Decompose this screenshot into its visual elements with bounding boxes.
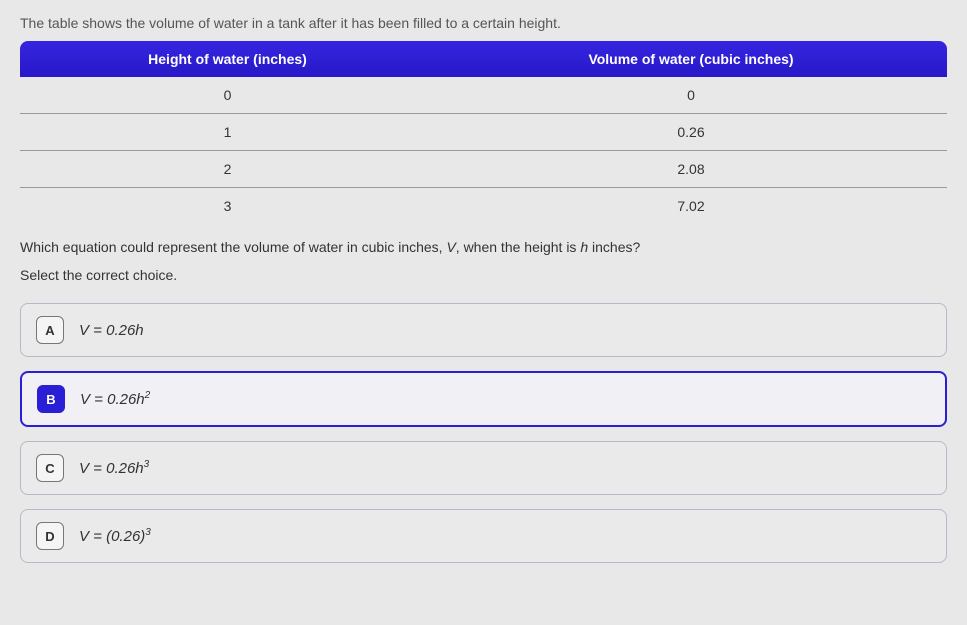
choice-letter-c: C (36, 454, 64, 482)
table-cell-height: 2 (20, 151, 435, 188)
choice-letter-d: D (36, 522, 64, 550)
table-cell-volume: 0 (435, 77, 947, 114)
question-text: Which equation could represent the volum… (20, 239, 947, 255)
table-cell-height: 3 (20, 188, 435, 225)
choice-b[interactable]: B V = 0.26h2 (20, 371, 947, 427)
table-row: 2 2.08 (20, 151, 947, 188)
table-row: 1 0.26 (20, 114, 947, 151)
select-prompt: Select the correct choice. (20, 267, 947, 283)
formula-sup: 3 (144, 459, 150, 470)
formula-sup: 2 (145, 390, 151, 401)
choice-formula-b: V = 0.26h2 (80, 390, 150, 408)
formula-var: h (136, 391, 144, 408)
question-var-v: V (446, 239, 455, 255)
table-header-row: Height of water (inches) Volume of water… (20, 41, 947, 77)
table-cell-height: 1 (20, 114, 435, 151)
formula-prefix: V = 0.26 (79, 322, 135, 339)
formula-var: h (135, 322, 143, 339)
table-header-volume: Volume of water (cubic inches) (435, 41, 947, 77)
table-cell-volume: 7.02 (435, 188, 947, 225)
choice-letter-a: A (36, 316, 64, 344)
choice-d[interactable]: D V = (0.26)3 (20, 509, 947, 563)
table-cell-volume: 0.26 (435, 114, 947, 151)
formula-prefix: V = (0.26) (79, 528, 145, 545)
choice-c[interactable]: C V = 0.26h3 (20, 441, 947, 495)
table-row: 3 7.02 (20, 188, 947, 225)
table-row: 0 0 (20, 77, 947, 114)
choice-letter-b: B (37, 385, 65, 413)
choice-formula-d: V = (0.26)3 (79, 527, 151, 545)
intro-text: The table shows the volume of water in a… (20, 15, 947, 31)
formula-sup: 3 (145, 527, 151, 538)
choice-formula-c: V = 0.26h3 (79, 459, 149, 477)
formula-prefix: V = 0.26 (80, 391, 136, 408)
formula-var: h (135, 460, 143, 477)
table-cell-height: 0 (20, 77, 435, 114)
question-mid: , when the height is (456, 239, 581, 255)
question-var-h: h (580, 239, 588, 255)
data-table: Height of water (inches) Volume of water… (20, 41, 947, 224)
table-cell-volume: 2.08 (435, 151, 947, 188)
choice-formula-a: V = 0.26h (79, 321, 144, 339)
question-suffix: inches? (588, 239, 640, 255)
table-header-height: Height of water (inches) (20, 41, 435, 77)
choice-a[interactable]: A V = 0.26h (20, 303, 947, 357)
question-prefix: Which equation could represent the volum… (20, 239, 446, 255)
formula-prefix: V = 0.26 (79, 460, 135, 477)
